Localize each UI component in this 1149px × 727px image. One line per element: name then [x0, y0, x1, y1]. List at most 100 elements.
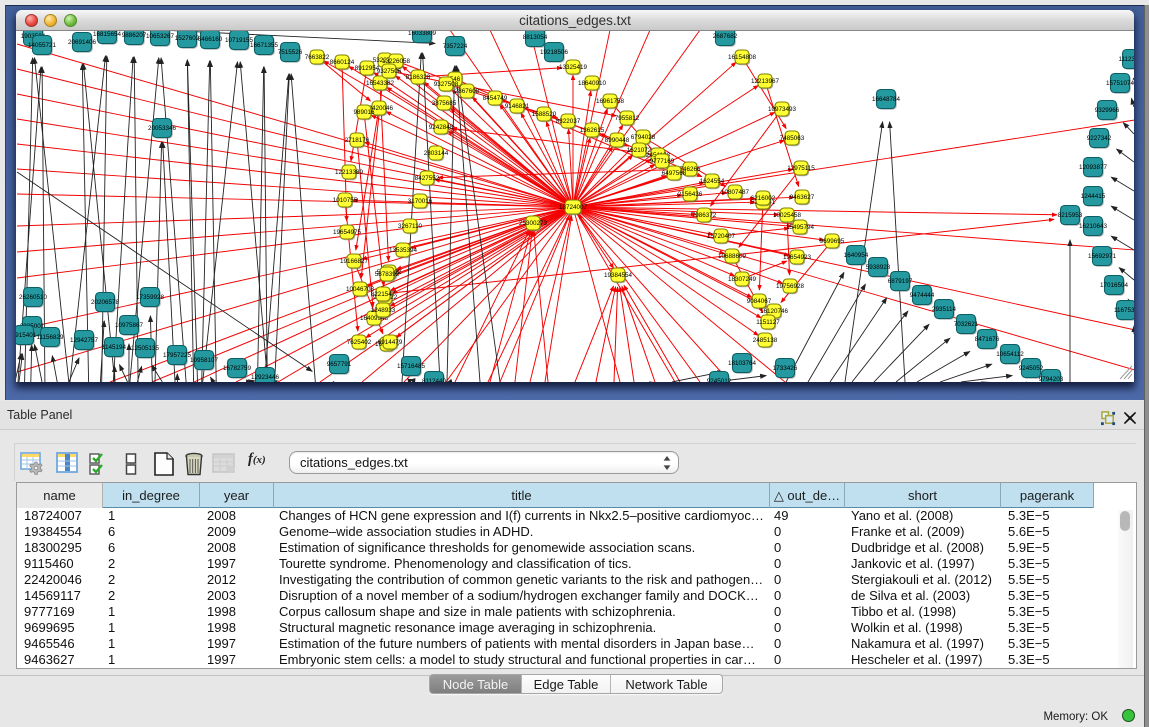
svg-text:12923446: 12923446 [251, 374, 280, 381]
svg-text:1010755: 1010755 [333, 197, 358, 204]
svg-text:12975115: 12975115 [787, 165, 815, 172]
svg-text:10654112: 10654112 [996, 351, 1024, 358]
svg-text:9245052: 9245052 [1019, 365, 1044, 372]
svg-text:11156829: 11156829 [36, 334, 64, 341]
svg-text:10025458: 10025458 [773, 212, 802, 219]
svg-text:3875685: 3875685 [432, 100, 457, 107]
svg-text:1362615: 1362615 [580, 127, 605, 134]
svg-text:12505135: 12505135 [131, 345, 160, 352]
svg-text:9794203: 9794203 [1039, 376, 1064, 382]
svg-text:16154808: 16154808 [728, 54, 757, 61]
svg-text:10973493: 10973493 [768, 106, 797, 113]
svg-text:8471676: 8471676 [975, 336, 1000, 343]
svg-text:18103764: 18103764 [728, 360, 757, 367]
svg-text:9657791: 9657791 [327, 361, 352, 368]
svg-text:16120746: 16120746 [760, 308, 789, 315]
svg-text:13535394: 13535394 [389, 247, 418, 254]
svg-text:6216002: 6216002 [751, 195, 776, 202]
svg-text:6914479: 6914479 [378, 339, 403, 346]
svg-text:12213967: 12213967 [751, 78, 780, 85]
svg-text:2867608: 2867608 [455, 88, 480, 95]
svg-text:1527602: 1527602 [175, 35, 200, 42]
svg-text:2687682: 2687682 [713, 33, 738, 40]
svg-text:15495794: 15495794 [786, 224, 815, 231]
svg-text:9886207: 9886207 [122, 32, 147, 39]
svg-text:17957225: 17957225 [163, 352, 192, 359]
svg-text:1151127: 1151127 [756, 319, 780, 326]
svg-text:8112440: 8112440 [422, 378, 447, 382]
svg-text:13325419: 13325419 [559, 64, 588, 71]
svg-text:9242848: 9242848 [429, 124, 454, 131]
svg-text:18724007: 18724007 [559, 204, 588, 211]
svg-text:8186328: 8186328 [406, 74, 431, 81]
svg-text:19654975: 19654975 [333, 229, 362, 236]
svg-text:3267110: 3267110 [398, 223, 423, 230]
svg-text:8813054: 8813054 [523, 34, 548, 41]
svg-text:8221547: 8221547 [371, 291, 396, 298]
svg-text:1624554: 1624554 [700, 178, 725, 185]
svg-text:2156436: 2156436 [678, 191, 703, 198]
svg-text:8215953: 8215953 [1058, 212, 1083, 219]
svg-text:9227342: 9227342 [1087, 135, 1112, 142]
svg-text:1588520: 1588520 [532, 111, 557, 118]
svg-text:9474444: 9474444 [910, 292, 935, 299]
svg-text:1640954: 1640954 [844, 252, 869, 259]
svg-text:20053346: 20053346 [148, 125, 177, 132]
svg-text:7515526: 7515526 [278, 49, 303, 56]
svg-text:17016504: 17016504 [1100, 282, 1129, 289]
svg-text:9329966: 9329966 [1095, 107, 1120, 114]
svg-text:10958107: 10958107 [190, 357, 219, 364]
svg-text:19654923: 19654923 [783, 254, 812, 261]
svg-text:9463627: 9463627 [790, 194, 815, 201]
svg-text:16543382: 16543382 [366, 80, 395, 87]
svg-text:9699695: 9699695 [820, 238, 845, 245]
svg-text:3170016: 3170016 [408, 198, 433, 205]
svg-text:9146821: 9146821 [505, 103, 530, 110]
svg-text:16815654: 16815654 [93, 31, 122, 38]
svg-text:16961758: 16961758 [596, 98, 625, 105]
svg-text:14055721: 14055721 [28, 42, 57, 49]
svg-text:9245012: 9245012 [707, 378, 732, 382]
svg-text:7357224: 7357224 [443, 43, 468, 50]
svg-text:16782759: 16782759 [223, 365, 252, 372]
svg-text:2718176: 2718176 [345, 137, 370, 144]
svg-text:16033809: 16033809 [408, 31, 437, 37]
svg-text:2485138: 2485138 [753, 337, 778, 344]
svg-text:8427552: 8427552 [415, 175, 440, 182]
svg-text:7485063: 7485063 [780, 135, 805, 142]
svg-text:15720407: 15720407 [707, 233, 736, 240]
svg-text:26260510: 26260510 [19, 294, 48, 301]
svg-text:12213389: 12213389 [335, 169, 364, 176]
svg-text:10688609: 10688609 [718, 253, 747, 260]
svg-text:20206578: 20206578 [91, 299, 120, 306]
svg-text:1248933: 1248933 [371, 307, 396, 314]
svg-text:6794028: 6794028 [631, 134, 656, 141]
svg-text:16210643: 16210643 [1079, 223, 1108, 230]
svg-text:7986372: 7986372 [692, 212, 717, 219]
svg-text:12093877: 12093877 [1079, 164, 1108, 171]
svg-text:10653267: 10653267 [146, 33, 175, 40]
svg-text:8660124: 8660124 [330, 59, 355, 66]
svg-text:15716485: 15716485 [397, 363, 426, 370]
svg-text:10975867: 10975867 [115, 322, 144, 329]
svg-text:8454749: 8454749 [483, 95, 508, 102]
svg-text:9327508: 9327508 [434, 81, 459, 88]
svg-text:5878392: 5878392 [375, 271, 400, 278]
svg-text:1244415: 1244415 [1081, 193, 1106, 200]
svg-text:3915401: 3915401 [16, 332, 37, 339]
svg-text:9084067: 9084067 [747, 298, 772, 305]
svg-text:2935114: 2935114 [932, 306, 957, 313]
svg-text:7032621: 7032621 [954, 321, 979, 328]
svg-text:6879197: 6879197 [888, 278, 913, 285]
svg-text:6497568: 6497568 [662, 170, 687, 177]
svg-text:9327506: 9327506 [377, 68, 402, 75]
svg-text:1167533: 1167533 [1114, 307, 1134, 314]
svg-text:1733426: 1733426 [773, 365, 798, 372]
svg-text:7663822: 7663822 [305, 54, 330, 61]
svg-text:9777169: 9777169 [650, 158, 675, 165]
svg-text:8322037: 8322037 [556, 118, 581, 125]
svg-text:8990448: 8990448 [605, 137, 630, 144]
svg-text:2803144: 2803144 [424, 150, 449, 157]
svg-text:1145194: 1145194 [102, 344, 127, 351]
svg-text:15751074: 15751074 [1106, 80, 1134, 87]
